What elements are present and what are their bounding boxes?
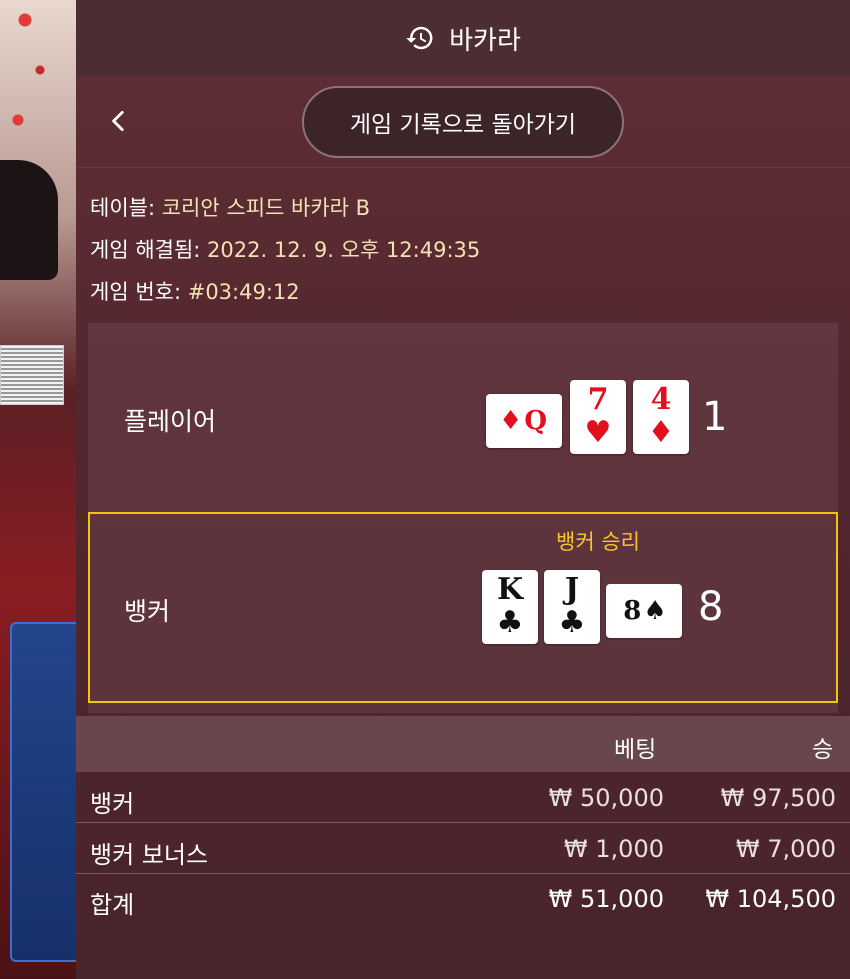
banker-score: 8 bbox=[698, 584, 724, 630]
page-title: 바카라 bbox=[449, 25, 521, 56]
banker-card-2: J ♣ bbox=[544, 570, 600, 644]
bet-column-header: 베팅 bbox=[614, 737, 657, 763]
resolved-info: 게임 해결됨: 2022. 12. 9. 오후 12:49:35 bbox=[90, 234, 480, 264]
back-to-history-button[interactable]: 게임 기록으로 돌아가기 bbox=[302, 86, 624, 158]
table-row: 뱅커 보너스 ₩ 1,000 ₩ 7,000 bbox=[76, 824, 850, 874]
total-name: 합계 bbox=[90, 891, 135, 919]
banker-card-3: 8 ♠ bbox=[606, 584, 682, 638]
row-win: ₩ 97,500 bbox=[720, 784, 836, 812]
total-bet: ₩ 51,000 bbox=[548, 885, 664, 913]
total-row: 합계 ₩ 51,000 ₩ 104,500 bbox=[76, 875, 850, 925]
game-number-label: 게임 번호: bbox=[90, 280, 182, 304]
row-bet: ₩ 50,000 bbox=[548, 784, 664, 812]
player-label: 플레이어 bbox=[124, 407, 217, 436]
background-dealer bbox=[0, 160, 58, 280]
row-name: 뱅커 bbox=[90, 790, 135, 818]
table-row: 뱅커 ₩ 50,000 ₩ 97,500 bbox=[76, 773, 850, 823]
row-name: 뱅커 보너스 bbox=[90, 841, 209, 869]
history-icon bbox=[406, 26, 433, 50]
chevron-left-icon[interactable] bbox=[104, 106, 134, 136]
row-bet: ₩ 1,000 bbox=[563, 835, 664, 863]
table-value: 코리안 스피드 바카라 B bbox=[161, 196, 371, 220]
table-label: 테이블: bbox=[90, 196, 156, 220]
nav-row: 게임 기록으로 돌아가기 bbox=[76, 76, 850, 168]
player-score: 1 bbox=[702, 394, 728, 440]
banker-label: 뱅커 bbox=[124, 597, 171, 626]
player-card-2: 7 ♥ bbox=[570, 380, 626, 454]
win-column-header: 승 bbox=[812, 737, 834, 763]
panel-header: 바카라 bbox=[76, 0, 850, 76]
banker-winner-box bbox=[88, 512, 838, 703]
resolved-label: 게임 해결됨: bbox=[90, 238, 201, 262]
background-bet-spot bbox=[10, 622, 80, 962]
game-number-info: 게임 번호: #03:49:12 bbox=[90, 276, 300, 306]
row-win: ₩ 7,000 bbox=[735, 835, 836, 863]
bets-table-header bbox=[76, 716, 850, 772]
banker-card-1: K ♣ bbox=[482, 570, 538, 644]
player-card-1: ♦ Q bbox=[486, 394, 562, 448]
game-number-value: #03:49:12 bbox=[187, 280, 300, 304]
background-card-shoe bbox=[0, 345, 64, 405]
banker-win-label: 뱅커 승리 bbox=[556, 530, 640, 554]
player-card-3: 4 ♦ bbox=[633, 380, 689, 454]
table-info: 테이블: 코리안 스피드 바카라 B bbox=[90, 192, 370, 222]
total-win: ₩ 104,500 bbox=[705, 885, 836, 913]
resolved-value: 2022. 12. 9. 오후 12:49:35 bbox=[207, 238, 481, 262]
history-panel: 바카라 게임 기록으로 돌아가기 테이블: 코리안 스피드 바카라 B 게임 해… bbox=[76, 0, 850, 979]
